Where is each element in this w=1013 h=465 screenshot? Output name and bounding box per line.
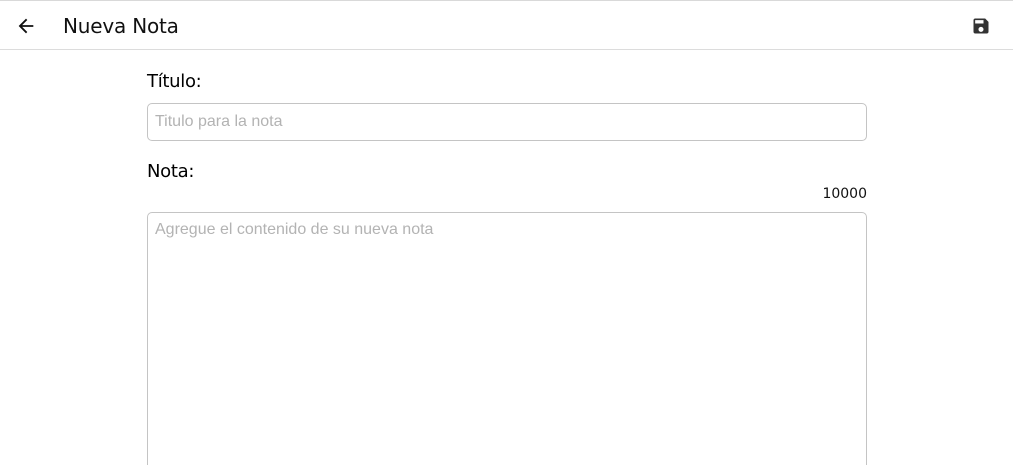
save-icon: [973, 18, 989, 34]
char-counter: 10000: [822, 186, 867, 202]
note-textarea[interactable]: [147, 212, 867, 465]
title-label: Título:: [147, 71, 202, 92]
save-button[interactable]: [967, 12, 995, 40]
page-title: Nueva Nota: [63, 14, 179, 38]
new-note-page: Nueva Nota Título: Nota: 10000: [0, 0, 1013, 465]
note-label: Nota:: [147, 161, 195, 182]
app-bar: Nueva Nota: [0, 1, 1013, 50]
back-button[interactable]: [10, 10, 42, 42]
arrow-left-icon: [18, 18, 34, 34]
title-input[interactable]: [147, 103, 867, 141]
